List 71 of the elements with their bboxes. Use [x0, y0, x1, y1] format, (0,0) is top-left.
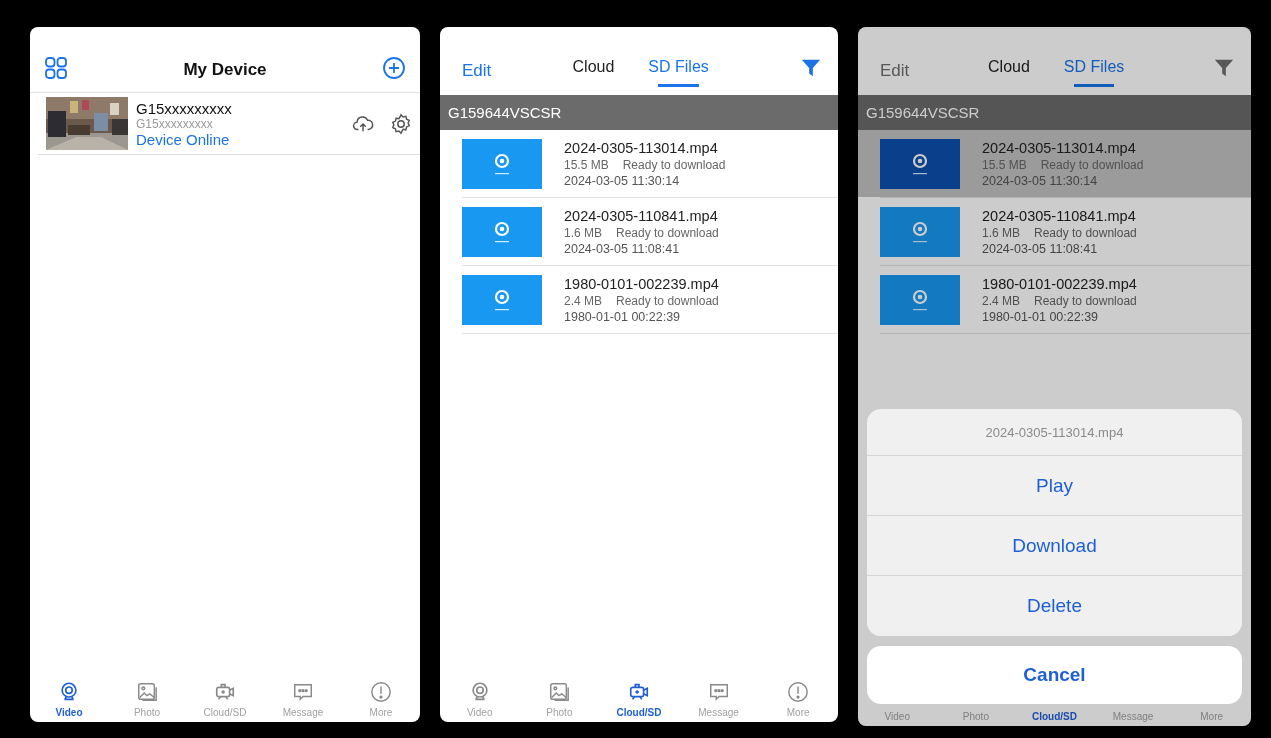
tab-bar-item[interactable]: More [1172, 711, 1251, 722]
file-status: Ready to download [1034, 226, 1137, 240]
edit-button[interactable]: Edit [880, 61, 910, 87]
info-icon [787, 681, 810, 703]
file-status: Ready to download [616, 294, 719, 308]
file-status: Ready to download [1034, 294, 1137, 308]
filter-icon[interactable] [800, 57, 822, 79]
file-name: 1980-0101-002239.mp4 [982, 276, 1137, 292]
file-date: 2024-03-05 11:30:14 [982, 174, 1099, 188]
file-name: 2024-0305-113014.mp4 [982, 140, 1137, 156]
device-header: G159644VSCSR [440, 95, 838, 130]
file-row[interactable]: 2024-0305-110841.mp4 1.6 MB Ready to download 2024-03-05 11:08:41 [440, 198, 838, 265]
add-icon[interactable] [382, 56, 406, 80]
file-size: 15.5 MB [982, 158, 1027, 172]
settings-icon[interactable] [390, 112, 412, 135]
file-row[interactable]: 1980-0101-002239.mp4 2.4 MB Ready to download 1980-01-01 00:22:39 [440, 266, 838, 333]
segment-tab[interactable]: Cloud [572, 58, 615, 87]
segment-tab[interactable]: Cloud [988, 58, 1030, 87]
webcam-icon [58, 681, 80, 703]
file-status: Ready to download [616, 226, 719, 240]
file-date: 2024-03-05 11:08:41 [564, 242, 681, 256]
tab-bar-item[interactable]: Message [264, 666, 342, 718]
file-status: Ready to download [1040, 158, 1144, 172]
filter-icon[interactable] [1213, 57, 1235, 79]
file-size: 2.4 MB [564, 294, 602, 308]
file-name: 2024-0305-110841.mp4 [982, 208, 1137, 224]
file-name: 2024-0305-110841.mp4 [564, 208, 719, 224]
file-row[interactable]: 2024-0305-113014.mp4 15.5 MB Ready to download 2024-03-05 11:30:14 [440, 130, 838, 197]
device-id: G15xxxxxxxxx [136, 116, 214, 131]
device-header: G159644VSCSR [858, 95, 1251, 130]
segment-tab[interactable]: SD Files [1063, 58, 1125, 87]
device-status: Device Online [136, 130, 231, 148]
file-date: 1980-01-01 00:22:39 [982, 310, 1100, 324]
tab-bar-item[interactable]: Photo [936, 711, 1016, 722]
tab-bar-item[interactable]: Photo [519, 666, 600, 718]
file-date: 2024-03-05 11:08:41 [982, 242, 1099, 256]
file-status: Ready to download [622, 158, 726, 172]
tab-bar-item[interactable]: Video [30, 666, 108, 718]
file-size: 15.5 MB [564, 158, 609, 172]
screen-title: My Device [182, 60, 268, 80]
sheet-title: 2024-0305-113014.mp4 [985, 424, 1124, 440]
tab-bar-item[interactable]: More [758, 666, 838, 718]
device-name: G15xxxxxxxxx [136, 99, 233, 117]
image-icon [548, 681, 571, 703]
tab-bar-item[interactable]: Photo [108, 666, 186, 718]
image-icon [136, 681, 158, 703]
file-row[interactable]: 1980-0101-002239.mp4 2.4 MB Ready to download 1980-01-01 00:22:39 [858, 266, 1251, 333]
tab-bar-item[interactable]: Video [440, 666, 520, 718]
file-name: 2024-0305-113014.mp4 [564, 140, 719, 156]
tab-bar-item[interactable]: More [342, 666, 420, 718]
tab-bar-item[interactable]: Cloud/SD [599, 666, 679, 718]
file-name: 1980-0101-002239.mp4 [564, 276, 719, 292]
file-date: 2024-03-05 11:30:14 [564, 174, 681, 188]
file-date: 1980-01-01 00:22:39 [564, 310, 682, 324]
tab-bar-item[interactable]: Cloud/SD [186, 666, 264, 718]
info-icon [370, 681, 392, 703]
file-size: 1.6 MB [564, 226, 602, 240]
cancel-button[interactable]: Cancel [867, 646, 1242, 704]
tab-bar-item[interactable]: Message [1093, 711, 1173, 722]
file-row[interactable]: 2024-0305-110841.mp4 1.6 MB Ready to download 2024-03-05 11:08:41 [858, 198, 1251, 265]
tab-bar-item[interactable]: Cloud/SD [1015, 711, 1094, 722]
tab-bar-item[interactable]: Video [858, 711, 937, 722]
file-row[interactable]: 2024-0305-113014.mp4 15.5 MB Ready to download 2024-03-05 11:30:14 [858, 130, 1251, 197]
file-size: 2.4 MB [982, 294, 1020, 308]
file-size: 1.6 MB [982, 226, 1020, 240]
edit-button[interactable]: Edit [462, 61, 492, 87]
chat-icon [292, 681, 314, 703]
tab-bar-item[interactable]: Message [678, 666, 759, 718]
chat-icon [707, 681, 730, 703]
segment-tab[interactable]: SD Files [648, 58, 709, 87]
grid-icon[interactable] [44, 56, 68, 80]
